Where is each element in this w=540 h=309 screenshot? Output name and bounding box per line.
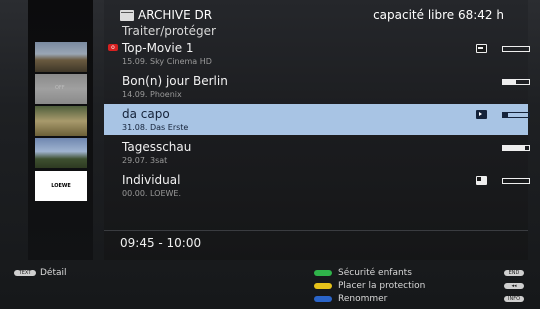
recording-row[interactable]: Individual 00.00. LOEWE. — [104, 170, 530, 201]
time-range: 09:45 - 10:00 — [120, 236, 202, 250]
page-subtitle: Traiter/protéger — [122, 24, 216, 38]
yellow-action[interactable]: Placer la protection — [314, 281, 425, 291]
thumbnail-tagesschau[interactable] — [35, 138, 87, 168]
recording-title: Tagesschau — [122, 140, 192, 154]
recording-row[interactable]: o Top-Movie 1 15.09. Sky Cinema HD — [104, 38, 530, 69]
divider — [104, 230, 528, 231]
progress-fill — [503, 80, 516, 84]
edit-icon — [476, 176, 487, 185]
recording-meta: 15.09. Sky Cinema HD — [122, 57, 212, 66]
yellow-button-icon — [314, 283, 332, 289]
progress-bar — [502, 145, 530, 151]
footer-detail[interactable]: TEXT Détail — [14, 268, 67, 278]
free-space-label: capacité libre 68:42 h — [373, 8, 504, 22]
recording-meta: 29.07. 3sat — [122, 156, 168, 165]
thumbnail-da-capo[interactable] — [35, 106, 87, 136]
progress-fill — [503, 113, 509, 117]
progress-bar — [502, 178, 530, 184]
recording-meta: 00.00. LOEWE. — [122, 189, 182, 198]
recording-meta: 14.09. Phoenix — [122, 90, 182, 99]
recording-title: Top-Movie 1 — [122, 41, 194, 55]
play-icon — [476, 110, 487, 119]
detail-label: Détail — [40, 268, 67, 278]
progress-bar — [502, 79, 530, 85]
key-icon — [476, 44, 487, 53]
recording-title: da capo — [122, 107, 170, 121]
yellow-label: Placer la protection — [338, 281, 426, 291]
recording-row[interactable]: Bon(n) jour Berlin 14.09. Phoenix — [104, 71, 530, 102]
rewind-key-icon[interactable]: ◂◂ — [504, 283, 524, 289]
info-key-icon[interactable]: INFO — [504, 296, 524, 302]
progress-bar — [502, 46, 530, 52]
recording-title: Individual — [122, 173, 181, 187]
thumbnail-off-label: OFF — [55, 85, 65, 91]
blue-button-icon — [314, 296, 332, 302]
archive-icon — [120, 9, 134, 21]
recording-title: Bon(n) jour Berlin — [122, 74, 228, 88]
green-button-icon — [314, 270, 332, 276]
page-title: ARCHIVE DR — [120, 8, 212, 22]
title-label: ARCHIVE DR — [138, 8, 213, 22]
end-key-icon[interactable]: END — [504, 270, 524, 276]
recording-row-selected[interactable]: da capo 31.08. Das Erste — [104, 104, 530, 135]
blue-label: Renommer — [338, 294, 388, 304]
blue-action[interactable]: Renommer — [314, 294, 387, 304]
lock-badge-icon: o — [108, 44, 118, 51]
text-key-icon: TEXT — [14, 270, 36, 276]
recording-row[interactable]: Tagesschau 29.07. 3sat — [104, 137, 530, 168]
green-action[interactable]: Sécurité enfants — [314, 268, 412, 278]
recording-meta: 31.08. Das Erste — [122, 123, 189, 132]
thumbnail-individual[interactable]: LOEWE — [35, 171, 87, 201]
thumbnail-top-movie[interactable] — [35, 42, 87, 72]
progress-fill — [503, 146, 526, 150]
loewe-logo: LOEWE — [51, 183, 71, 189]
progress-bar — [502, 112, 530, 118]
green-label: Sécurité enfants — [338, 268, 412, 278]
thumbnail-bonjour-berlin[interactable]: OFF — [35, 74, 87, 104]
